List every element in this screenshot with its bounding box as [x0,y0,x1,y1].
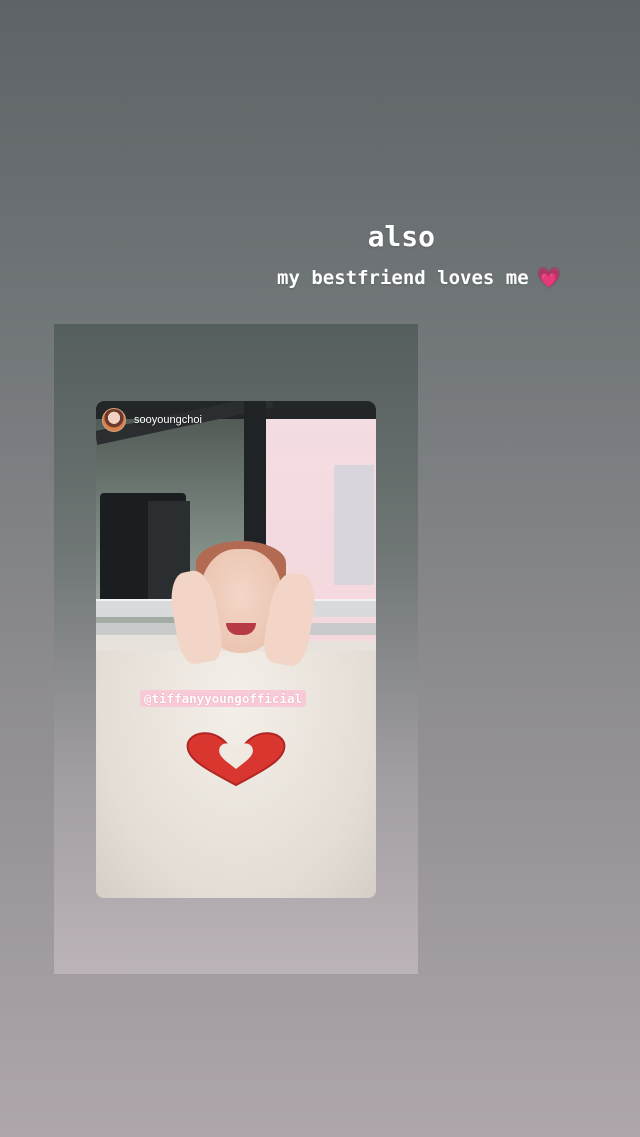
shared-story-preview[interactable]: sooyoungchoi @tiffanyyoungofficial [96,401,376,898]
photo-pillar [244,401,266,561]
caption-title-text: also [367,220,435,253]
photo-poster [334,465,374,585]
red-heart-icon [186,732,286,787]
mention-sticker[interactable]: @tiffanyyoungofficial [140,690,307,707]
story-photo [96,401,376,898]
story-caption-line: my bestfriend loves me 💗 [277,265,562,289]
avatar[interactable] [102,408,126,432]
pink-heart-icon: 💗 [536,265,562,289]
story-header[interactable]: sooyoungchoi [102,408,202,432]
story-screen: { "caption": { "title": "also", "line": … [0,0,640,1137]
story-username[interactable]: sooyoungchoi [134,414,202,426]
caption-line-text: my bestfriend loves me [277,267,529,289]
